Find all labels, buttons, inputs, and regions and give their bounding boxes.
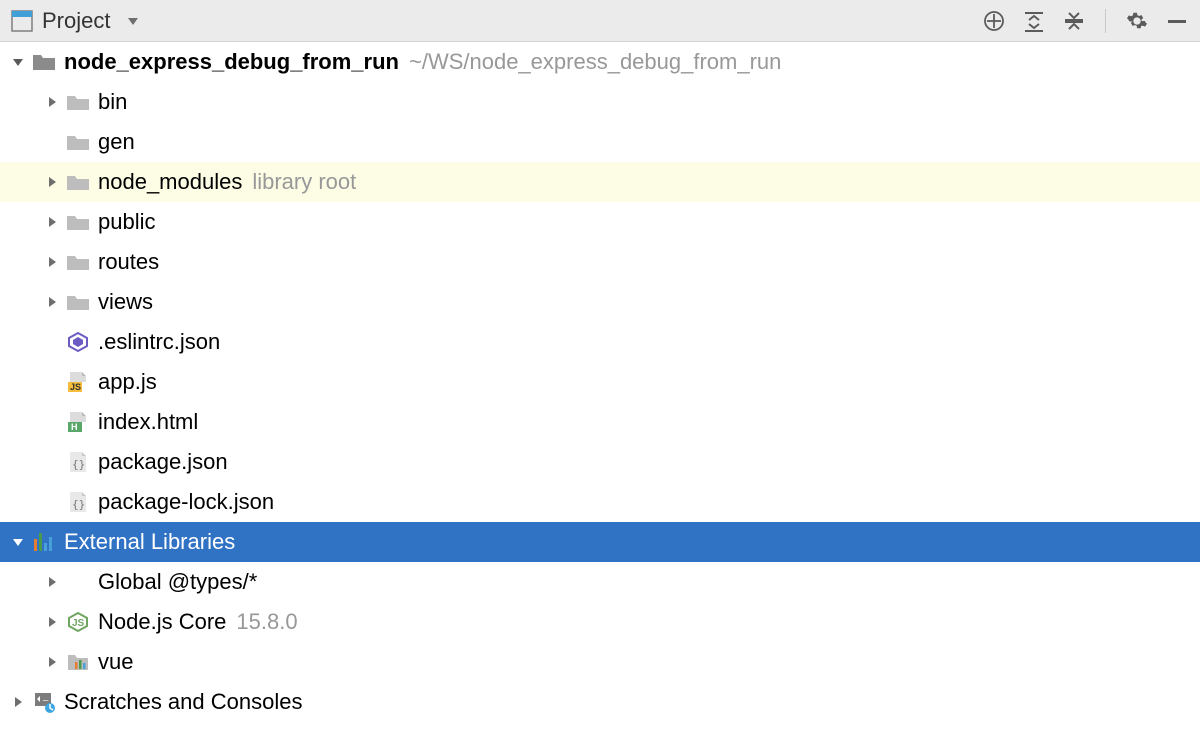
- json-icon: {}: [64, 488, 92, 516]
- project-toolbar: Project: [0, 0, 1200, 42]
- chevron-right-icon[interactable]: [40, 615, 64, 629]
- chevron-right-icon[interactable]: [40, 575, 64, 589]
- folder-icon: [64, 288, 92, 316]
- item-label: node_modules: [98, 169, 242, 195]
- tree-item-package-lock-json[interactable]: {} package-lock.json: [0, 482, 1200, 522]
- root-path: ~/WS/node_express_debug_from_run: [409, 49, 781, 75]
- toolbar-left: Project: [10, 8, 140, 34]
- eslint-icon: [64, 328, 92, 356]
- tree-item-public[interactable]: public: [0, 202, 1200, 242]
- js-icon: JS: [64, 368, 92, 396]
- tree-item-views[interactable]: views: [0, 282, 1200, 322]
- chevron-right-icon[interactable]: [40, 175, 64, 189]
- chevron-right-icon[interactable]: [6, 695, 30, 709]
- chevron-right-icon[interactable]: [40, 255, 64, 269]
- chevron-down-icon[interactable]: [6, 535, 30, 549]
- chevron-right-icon[interactable]: [40, 295, 64, 309]
- tree-root[interactable]: node_express_debug_from_run ~/WS/node_ex…: [0, 42, 1200, 82]
- chevron-right-icon[interactable]: [40, 655, 64, 669]
- icon-placeholder: [64, 568, 92, 596]
- item-label: app.js: [98, 369, 157, 395]
- external-libraries[interactable]: External Libraries: [0, 522, 1200, 562]
- lib-icon: [64, 648, 92, 676]
- hide-icon[interactable]: [1164, 8, 1190, 34]
- item-label: bin: [98, 89, 127, 115]
- chevron-right-icon[interactable]: [40, 95, 64, 109]
- chevron-down-icon[interactable]: [6, 55, 30, 69]
- item-label: package-lock.json: [98, 489, 274, 515]
- item-label: public: [98, 209, 155, 235]
- toolbar-title[interactable]: Project: [42, 8, 110, 34]
- libraries-icon: [30, 528, 58, 556]
- select-opened-file-icon[interactable]: [981, 8, 1007, 34]
- item-label: Global @types/*: [98, 569, 257, 595]
- item-note: library root: [252, 169, 356, 195]
- svg-text:H: H: [71, 422, 78, 432]
- item-label: views: [98, 289, 153, 315]
- external-item-node-js-core[interactable]: JS Node.js Core 15.8.0: [0, 602, 1200, 642]
- external-libraries-label: External Libraries: [64, 529, 235, 555]
- svg-text:{}: {}: [72, 498, 85, 511]
- scratches-label: Scratches and Consoles: [64, 689, 302, 715]
- chevron-right-icon[interactable]: [40, 215, 64, 229]
- folder-icon: [64, 128, 92, 156]
- svg-text:{}: {}: [72, 458, 85, 471]
- item-label: index.html: [98, 409, 198, 435]
- folder-icon: [64, 168, 92, 196]
- external-item-vue[interactable]: vue: [0, 642, 1200, 682]
- json-icon: {}: [64, 448, 92, 476]
- item-note: 15.8.0: [236, 609, 297, 635]
- root-name: node_express_debug_from_run: [64, 49, 399, 75]
- dropdown-icon[interactable]: [126, 14, 140, 28]
- tree-item-gen[interactable]: gen: [0, 122, 1200, 162]
- project-window-icon: [10, 9, 34, 33]
- item-label: gen: [98, 129, 135, 155]
- tree-item-bin[interactable]: bin: [0, 82, 1200, 122]
- tree-item-routes[interactable]: routes: [0, 242, 1200, 282]
- item-label: .eslintrc.json: [98, 329, 220, 355]
- tree-item-index-html[interactable]: Hindex.html: [0, 402, 1200, 442]
- item-label: vue: [98, 649, 133, 675]
- tree-item-app-js[interactable]: JS app.js: [0, 362, 1200, 402]
- project-tree: node_express_debug_from_run ~/WS/node_ex…: [0, 42, 1200, 722]
- svg-text:JS: JS: [72, 618, 85, 629]
- svg-text:JS: JS: [70, 382, 81, 392]
- module-folder-icon: [30, 48, 58, 76]
- item-label: routes: [98, 249, 159, 275]
- settings-icon[interactable]: [1124, 8, 1150, 34]
- folder-icon: [64, 88, 92, 116]
- collapse-all-icon[interactable]: [1061, 8, 1087, 34]
- html-icon: H: [64, 408, 92, 436]
- node-icon: JS: [64, 608, 92, 636]
- toolbar-right: [981, 8, 1190, 34]
- tree-item--eslintrc-json[interactable]: .eslintrc.json: [0, 322, 1200, 362]
- folder-icon: [64, 248, 92, 276]
- folder-icon: [64, 208, 92, 236]
- toolbar-divider: [1105, 9, 1106, 33]
- external-item-global-types-[interactable]: Global @types/*: [0, 562, 1200, 602]
- expand-all-icon[interactable]: [1021, 8, 1047, 34]
- item-label: Node.js Core: [98, 609, 226, 635]
- scratches-and-consoles[interactable]: — Scratches and Consoles: [0, 682, 1200, 722]
- item-label: package.json: [98, 449, 228, 475]
- tree-item-package-json[interactable]: {} package.json: [0, 442, 1200, 482]
- tree-item-node-modules[interactable]: node_modules library root: [0, 162, 1200, 202]
- scratches-icon: —: [30, 688, 58, 716]
